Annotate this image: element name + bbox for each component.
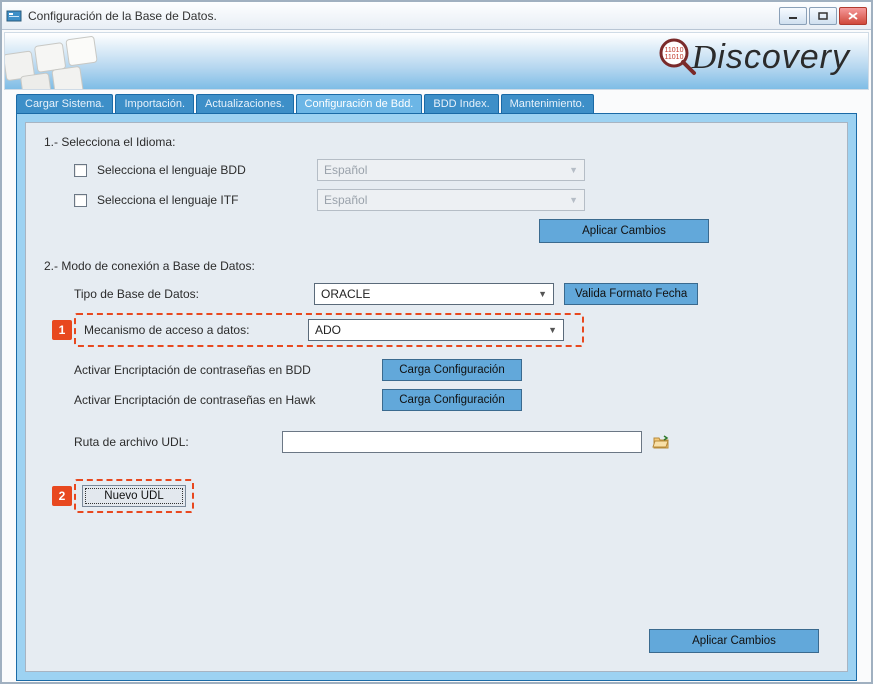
nuevo-udl-button[interactable]: Nuevo UDL: [82, 485, 186, 507]
chevron-down-icon: ▼: [569, 160, 578, 180]
title-bar: Configuración de la Base de Datos.: [2, 2, 871, 30]
svg-text:11010: 11010: [664, 47, 683, 54]
select-lang-itf-value: Español: [324, 190, 367, 210]
row-lang-bdd: Selecciona el lenguaje BDD Español ▼: [74, 159, 829, 181]
window-buttons: [779, 7, 867, 25]
chevron-down-icon: ▼: [548, 320, 557, 340]
logo-text: Discovery: [692, 38, 850, 77]
label-encrypt-hawk: Activar Encriptación de contraseñas en H…: [74, 393, 372, 407]
row-db-type: Tipo de Base de Datos: ORACLE ▼ Valida F…: [74, 283, 829, 305]
maximize-button[interactable]: [809, 7, 837, 25]
tab-importacion[interactable]: Importación.: [115, 94, 194, 113]
callout-1: 1 Mecanismo de acceso a datos: ADO ▼: [74, 313, 584, 347]
tab-cargar-sistema[interactable]: Cargar Sistema.: [16, 94, 113, 113]
window-frame: Configuración de la Base de Datos. 11010…: [0, 0, 873, 684]
minimize-button[interactable]: [779, 7, 807, 25]
udl-path-input[interactable]: [282, 431, 642, 453]
label-db-type: Tipo de Base de Datos:: [74, 287, 304, 301]
valida-formato-fecha-button[interactable]: Valida Formato Fecha: [564, 283, 698, 305]
row-udl-path: Ruta de archivo UDL:: [74, 431, 829, 453]
callout-2: 2 Nuevo UDL: [74, 479, 194, 513]
panel-inner: 1.- Selecciona el Idioma: Selecciona el …: [25, 122, 848, 672]
chevron-down-icon: ▼: [538, 284, 547, 304]
section2-title: 2.- Modo de conexión a Base de Datos:: [44, 259, 829, 273]
label-lang-itf: Selecciona el lenguaje ITF: [97, 193, 307, 207]
carga-config-hawk-button[interactable]: Carga Configuración: [382, 389, 522, 411]
keyboard-graphic-icon: [4, 32, 155, 90]
section1-title: 1.- Selecciona el Idioma:: [44, 135, 829, 149]
select-lang-bdd-value: Español: [324, 160, 367, 180]
tab-mantenimiento[interactable]: Mantenimiento.: [501, 94, 594, 113]
tab-configuracion-bdd[interactable]: Configuración de Bdd.: [296, 94, 423, 113]
close-button[interactable]: [839, 7, 867, 25]
window-title: Configuración de la Base de Datos.: [28, 9, 779, 23]
select-mech[interactable]: ADO ▼: [308, 319, 564, 341]
chevron-down-icon: ▼: [569, 190, 578, 210]
row-encrypt-bdd: Activar Encriptación de contraseñas en B…: [74, 359, 829, 381]
aplicar-cambios-bottom-button[interactable]: Aplicar Cambios: [649, 629, 819, 653]
aplicar-cambios-top-button[interactable]: Aplicar Cambios: [539, 219, 709, 243]
select-mech-value: ADO: [315, 320, 341, 340]
select-db-type-value: ORACLE: [321, 284, 370, 304]
app-icon: [6, 8, 22, 24]
row-encrypt-hawk: Activar Encriptación de contraseñas en H…: [74, 389, 829, 411]
tab-bdd-index[interactable]: BDD Index.: [424, 94, 498, 113]
tab-actualizaciones[interactable]: Actualizaciones.: [196, 94, 294, 113]
checkbox-lang-bdd[interactable]: [74, 164, 87, 177]
callout-badge-2: 2: [52, 486, 72, 506]
carga-config-bdd-button[interactable]: Carga Configuración: [382, 359, 522, 381]
select-lang-itf: Español ▼: [317, 189, 585, 211]
select-db-type[interactable]: ORACLE ▼: [314, 283, 554, 305]
select-lang-bdd: Español ▼: [317, 159, 585, 181]
banner: 11010 11010 Discovery: [4, 32, 869, 90]
svg-text:11010: 11010: [664, 54, 683, 61]
tabs-row: Cargar Sistema. Importación. Actualizaci…: [16, 94, 857, 113]
checkbox-lang-itf[interactable]: [74, 194, 87, 207]
logo: 11010 11010 Discovery: [654, 35, 850, 79]
row-lang-itf: Selecciona el lenguaje ITF Español ▼: [74, 189, 829, 211]
folder-open-icon[interactable]: [652, 433, 670, 451]
apply-row-1: Aplicar Cambios: [44, 219, 829, 243]
callout-badge-1: 1: [52, 320, 72, 340]
panel-outer: 1.- Selecciona el Idioma: Selecciona el …: [16, 113, 857, 681]
label-lang-bdd: Selecciona el lenguaje BDD: [97, 163, 307, 177]
label-udl-path: Ruta de archivo UDL:: [74, 435, 272, 449]
label-encrypt-bdd: Activar Encriptación de contraseñas en B…: [74, 363, 372, 377]
label-mech: Mecanismo de acceso a datos:: [84, 323, 298, 337]
